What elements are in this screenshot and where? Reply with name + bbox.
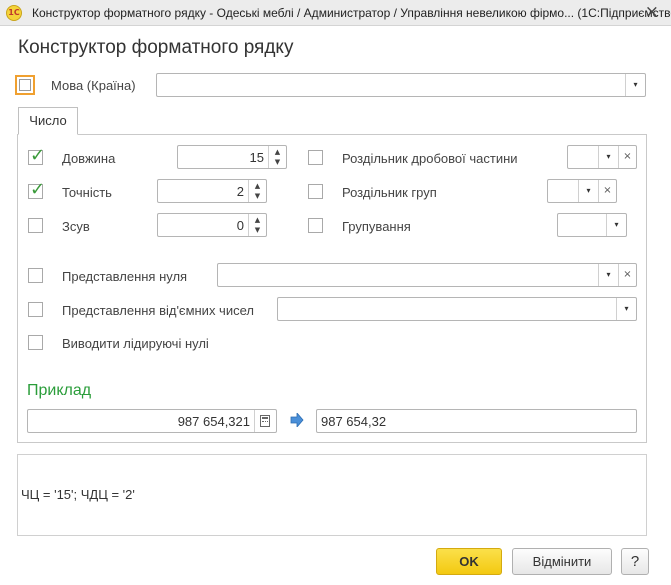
spin-up-icon[interactable]: ▲: [249, 215, 266, 225]
zero-representation-label: Представлення нуля: [62, 269, 188, 284]
ok-button[interactable]: OK: [436, 548, 502, 575]
window-titlebar: 1С Конструктор форматного рядку - Одеськ…: [0, 0, 671, 26]
fraction-separator-checkbox[interactable]: [308, 150, 323, 165]
calculator-icon[interactable]: [254, 410, 276, 432]
clear-icon[interactable]: ×: [618, 264, 636, 286]
tab-number[interactable]: Число: [18, 107, 78, 135]
cancel-button[interactable]: Відмінити: [512, 548, 612, 575]
language-field[interactable]: ▾: [156, 73, 646, 97]
example-output: 987 654,32: [316, 409, 637, 433]
precision-checkbox[interactable]: ✓: [28, 180, 45, 200]
length-input[interactable]: 15 ▲ ▼: [177, 145, 287, 169]
shift-value: 0: [236, 218, 244, 233]
negative-representation-label: Представлення від'ємних чисел: [62, 303, 254, 318]
example-input-value: 987 654,321: [177, 414, 250, 429]
length-stepper[interactable]: ▲ ▼: [268, 146, 286, 168]
precision-value: 2: [236, 184, 244, 199]
leading-zeros-checkbox[interactable]: [28, 335, 43, 350]
chevron-down-icon[interactable]: ▾: [606, 214, 626, 236]
spin-down-icon[interactable]: ▼: [249, 225, 266, 235]
chevron-down-icon[interactable]: ▾: [616, 298, 636, 320]
help-button[interactable]: ?: [621, 548, 649, 575]
grouping-field[interactable]: ▾: [557, 213, 627, 237]
shift-input[interactable]: 0 ▲ ▼: [157, 213, 267, 237]
zero-representation-field[interactable]: ▾ ×: [217, 263, 637, 287]
negative-representation-checkbox[interactable]: [28, 302, 43, 317]
precision-label: Точність: [62, 185, 112, 200]
fraction-separator-field[interactable]: ▾ ×: [567, 145, 637, 169]
length-value: 15: [249, 150, 264, 165]
example-input[interactable]: 987 654,321: [27, 409, 277, 433]
check-icon: ✓: [30, 145, 46, 166]
spin-down-icon[interactable]: ▼: [249, 191, 266, 201]
format-string-text: ЧЦ = '15'; ЧДЦ = '2': [21, 487, 135, 502]
group-separator-label: Роздільник груп: [342, 185, 437, 200]
language-checkbox[interactable]: [15, 75, 35, 95]
fraction-separator-label: Роздільник дробової частини: [342, 151, 518, 166]
window-title: Конструктор форматного рядку - Одеські м…: [32, 6, 671, 20]
negative-representation-field[interactable]: ▾: [277, 297, 637, 321]
precision-input[interactable]: 2 ▲ ▼: [157, 179, 267, 203]
length-checkbox[interactable]: ✓: [28, 146, 45, 166]
shift-checkbox[interactable]: [28, 218, 43, 233]
chevron-down-icon[interactable]: ▾: [578, 180, 598, 202]
example-output-value: 987 654,32: [321, 414, 387, 429]
close-icon[interactable]: ×: [645, 2, 659, 22]
spin-up-icon[interactable]: ▲: [249, 181, 266, 191]
chevron-down-icon[interactable]: ▾: [598, 146, 618, 168]
group-separator-checkbox[interactable]: [308, 184, 323, 199]
shift-stepper[interactable]: ▲ ▼: [248, 214, 266, 236]
leading-zeros-label: Виводити лідируючі нулі: [62, 336, 209, 351]
app-logo-icon: 1С: [6, 5, 22, 21]
chevron-down-icon[interactable]: ▾: [625, 74, 645, 96]
clear-icon[interactable]: ×: [618, 146, 636, 168]
zero-representation-checkbox[interactable]: [28, 268, 43, 283]
clear-icon[interactable]: ×: [598, 180, 616, 202]
group-separator-field[interactable]: ▾ ×: [547, 179, 617, 203]
language-checkbox-box: [19, 79, 31, 91]
grouping-checkbox[interactable]: [308, 218, 323, 233]
grouping-label: Групування: [342, 219, 411, 234]
example-title: Приклад: [27, 382, 92, 399]
arrow-right-icon: [290, 413, 304, 427]
spin-down-icon[interactable]: ▼: [269, 157, 286, 167]
spin-up-icon[interactable]: ▲: [269, 147, 286, 157]
check-icon: ✓: [30, 179, 46, 200]
precision-stepper[interactable]: ▲ ▼: [248, 180, 266, 202]
shift-label: Зсув: [62, 219, 90, 234]
form-title: Конструктор форматного рядку: [18, 37, 294, 58]
length-label: Довжина: [62, 151, 116, 166]
chevron-down-icon[interactable]: ▾: [598, 264, 618, 286]
language-label: Мова (Країна): [51, 78, 136, 93]
